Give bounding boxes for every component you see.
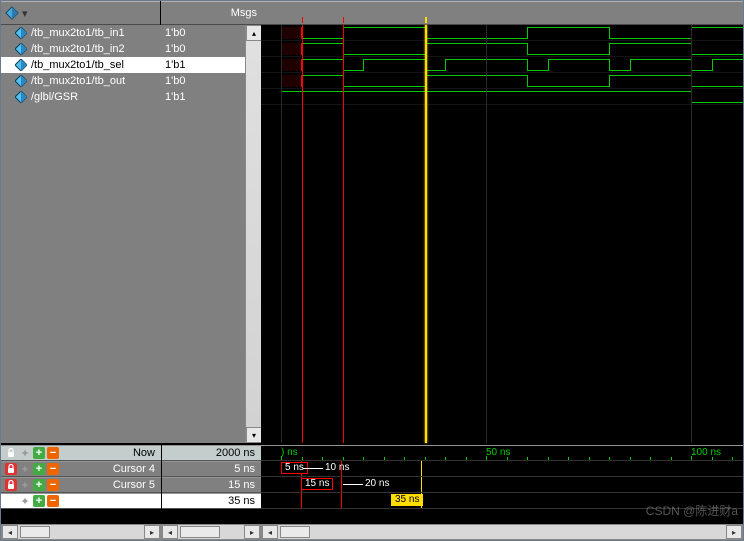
- unlock-icon[interactable]: [5, 495, 17, 507]
- cursor-line[interactable]: [302, 25, 303, 443]
- cursor-track[interactable]: 5 ns10 ns: [261, 461, 743, 477]
- wave-hscroll[interactable]: ◂▸: [261, 524, 743, 540]
- wave-row: [261, 89, 743, 105]
- waveform-pane[interactable]: [261, 1, 743, 443]
- cursor-row[interactable]: ✦+−Cursor 5: [1, 477, 161, 493]
- cursor-line[interactable]: [343, 25, 344, 443]
- wave-row: [261, 57, 743, 73]
- wrench-icon[interactable]: ✦: [19, 463, 31, 475]
- now-row: ✦+−Now: [1, 445, 161, 461]
- cursor-label: Cursor 6: [63, 495, 161, 507]
- wave-row: [261, 73, 743, 89]
- signal-icon: [15, 43, 27, 55]
- wave-row: [261, 25, 743, 41]
- cursor-tag[interactable]: 15 ns: [301, 478, 333, 490]
- msgs-label: Msgs: [231, 7, 257, 19]
- name-pane-header: ▾: [1, 1, 160, 25]
- lock-icon[interactable]: [5, 479, 17, 491]
- cursor-value: 35 ns: [162, 493, 261, 509]
- msgs-scrollbar[interactable]: ▴ ▾: [245, 25, 261, 443]
- cursor-line[interactable]: [425, 25, 427, 443]
- msgs-hscroll[interactable]: ◂▸: [161, 524, 261, 540]
- cursor-track[interactable]: 35 ns: [261, 493, 743, 509]
- plus-icon[interactable]: +: [33, 495, 45, 507]
- now-label: Now: [63, 447, 161, 459]
- time-ruler[interactable]: ) ns50 ns100 ns: [261, 445, 743, 461]
- cursor-label: Cursor 4: [63, 463, 161, 475]
- signal-row[interactable]: /tb_mux2to1/tb_in2: [1, 41, 161, 57]
- msgs-pane: Msgs 1'b01'b01'b11'b01'b1 ▴ ▾: [161, 1, 261, 443]
- cursor-track[interactable]: 15 ns 20 ns: [261, 477, 743, 493]
- unlock-icon[interactable]: [5, 447, 17, 459]
- plus-icon[interactable]: +: [33, 479, 45, 491]
- minus-icon[interactable]: −: [47, 495, 59, 507]
- cursor-value: 5 ns: [162, 461, 261, 477]
- signal-icon: [15, 27, 27, 39]
- cursor-delta: 10 ns: [325, 462, 349, 473]
- names-hscroll[interactable]: ◂▸: [1, 524, 161, 540]
- minus-icon[interactable]: −: [47, 479, 59, 491]
- plus-icon[interactable]: +: [33, 463, 45, 475]
- minus-icon[interactable]: −: [47, 447, 59, 459]
- cursor-delta: 20 ns: [365, 478, 389, 489]
- signal-row[interactable]: /glbl/GSR: [1, 89, 161, 105]
- cursor-value: 15 ns: [162, 477, 261, 493]
- signal-row[interactable]: /tb_mux2to1/tb_out: [1, 73, 161, 89]
- signal-list[interactable]: /tb_mux2to1/tb_in1/tb_mux2to1/tb_in2/tb_…: [1, 25, 161, 443]
- wave-row: [261, 41, 743, 57]
- wave-header: [261, 1, 743, 25]
- signal-icon: [15, 75, 27, 87]
- cursor-row[interactable]: ✦+−Cursor 4: [1, 461, 161, 477]
- hscroll-row: ◂▸ ◂▸ ◂▸: [1, 524, 743, 540]
- lock-icon[interactable]: [5, 463, 17, 475]
- cursor-panel: ✦+−Now✦+−Cursor 4✦+−Cursor 5✦+−Cursor 6 …: [1, 444, 743, 524]
- cursor-label: Cursor 5: [63, 479, 161, 491]
- minus-icon[interactable]: −: [47, 463, 59, 475]
- signal-name-pane: ▾ /tb_mux2to1/tb_in1/tb_mux2to1/tb_in2/t…: [1, 1, 161, 443]
- signal-icon: [15, 59, 27, 71]
- wrench-icon[interactable]: ✦: [19, 447, 31, 459]
- signal-name: /glbl/GSR: [31, 91, 78, 103]
- cursor-tag[interactable]: 35 ns: [391, 494, 423, 506]
- now-value: 2000 ns: [162, 445, 261, 461]
- signal-name: /tb_mux2to1/tb_sel: [31, 59, 124, 71]
- plus-icon[interactable]: +: [33, 447, 45, 459]
- signal-row[interactable]: /tb_mux2to1/tb_sel: [1, 57, 161, 73]
- msgs-header: Msgs: [161, 1, 261, 25]
- wrench-icon[interactable]: ✦: [19, 495, 31, 507]
- wrench-icon[interactable]: ✦: [19, 479, 31, 491]
- signal-row[interactable]: /tb_mux2to1/tb_in1: [1, 25, 161, 41]
- signal-icon: [15, 91, 27, 103]
- signal-name: /tb_mux2to1/tb_in1: [31, 27, 125, 39]
- signal-name: /tb_mux2to1/tb_in2: [31, 43, 125, 55]
- signal-name: /tb_mux2to1/tb_out: [31, 75, 125, 87]
- cursor-row[interactable]: ✦+−Cursor 6: [1, 493, 161, 509]
